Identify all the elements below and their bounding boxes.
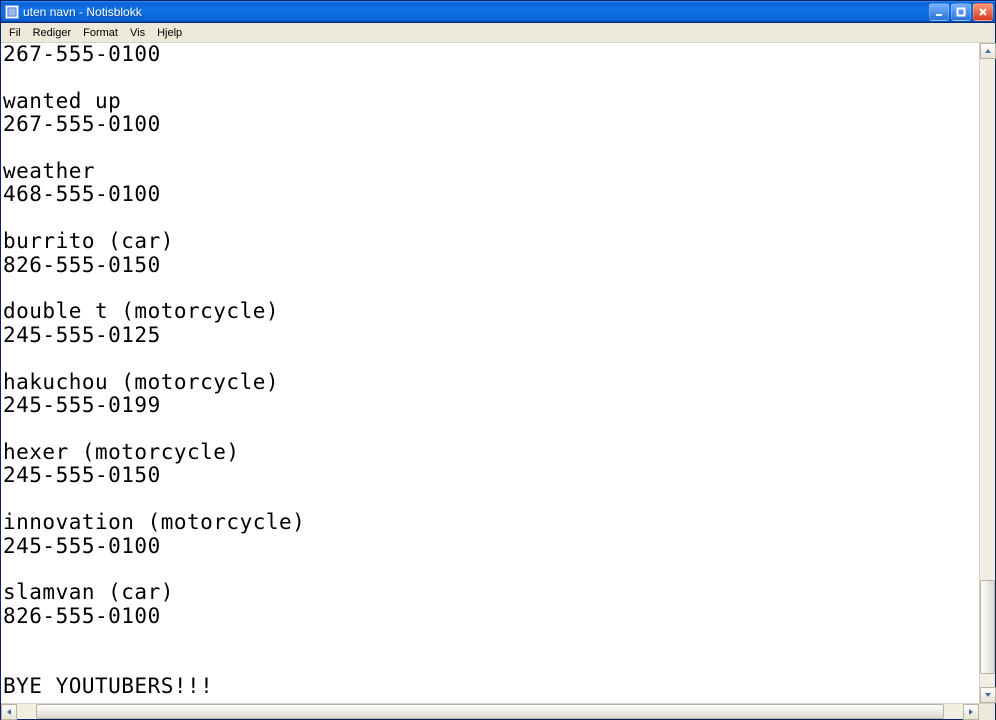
vertical-scroll-track[interactable] [980,59,995,687]
menu-view[interactable]: Vis [124,25,151,41]
close-button[interactable] [973,3,993,21]
horizontal-scroll-track[interactable] [17,704,963,719]
app-window: uten navn - Notisblokk Fil Rediger Forma… [0,0,996,720]
titlebar[interactable]: uten navn - Notisblokk [1,1,995,23]
menubar: Fil Rediger Format Vis Hjelp [1,23,995,43]
scrollbar-corner [979,704,995,720]
scroll-right-button[interactable] [963,704,979,720]
text-editor[interactable]: 267-555-0100 wanted up 267-555-0100 weat… [1,43,979,703]
vertical-scrollbar[interactable] [979,43,995,703]
horizontal-scrollbar[interactable] [1,704,979,719]
vertical-scroll-thumb[interactable] [980,580,995,674]
content-area: 267-555-0100 wanted up 267-555-0100 weat… [1,43,995,703]
minimize-button[interactable] [929,3,949,21]
scroll-left-button[interactable] [1,704,17,720]
maximize-button[interactable] [951,3,971,21]
horizontal-scrollbar-row [1,703,995,719]
menu-format[interactable]: Format [77,25,124,41]
scroll-down-button[interactable] [980,687,996,703]
notepad-icon [5,5,19,19]
menu-file[interactable]: Fil [3,25,27,41]
horizontal-scroll-thumb[interactable] [36,704,944,719]
scroll-up-button[interactable] [980,43,996,59]
menu-edit[interactable]: Rediger [27,25,78,41]
menu-help[interactable]: Hjelp [151,25,188,41]
window-title: uten navn - Notisblokk [23,5,142,19]
